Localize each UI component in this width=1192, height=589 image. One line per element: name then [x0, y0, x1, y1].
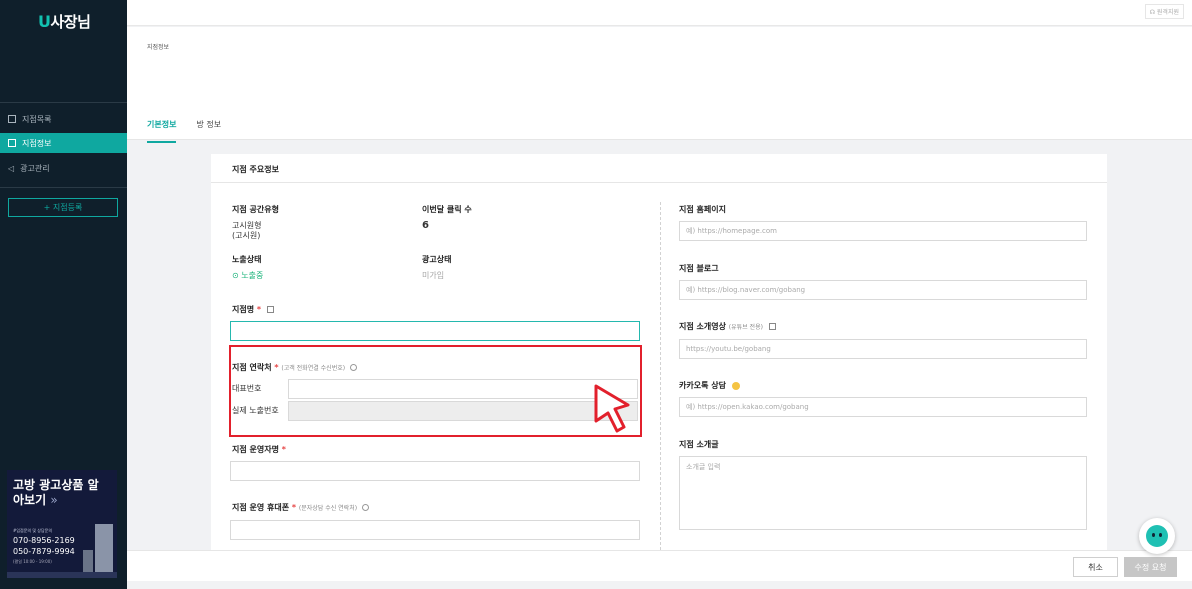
contact-highlight-box — [229, 345, 642, 437]
homepage-label: 지점 홈페이지 — [679, 205, 726, 214]
sidebar-divider — [0, 187, 127, 188]
card-title: 지점 주요정보 — [232, 165, 279, 174]
blog-label: 지점 블로그 — [679, 264, 719, 273]
promo-title: 고방 광고상품 알아보기 » — [13, 478, 101, 508]
intro-textarea[interactable]: 소개글 입력 — [679, 456, 1087, 530]
kakao-icon — [731, 381, 740, 390]
promo-arrow: » — [50, 493, 58, 507]
kakao-label: 카카오톡 상담 — [679, 380, 740, 391]
exposure-status-value: ⊙ 노출중 — [232, 271, 264, 280]
info-icon — [8, 139, 16, 147]
promo-phone-2: 050-7879-9994 — [13, 547, 75, 556]
video-hint: (유튜브 전용) — [728, 324, 763, 331]
info-icon[interactable] — [361, 504, 369, 511]
column-divider — [660, 202, 661, 550]
branch-name-input[interactable] — [230, 321, 640, 341]
video-label-text: 지점 소개영상 — [679, 322, 726, 331]
required-mark: * — [281, 445, 286, 454]
promo-hours: (평일 10:00 - 19:00) — [13, 559, 52, 564]
megaphone-icon: ◁ — [8, 163, 15, 173]
cancel-button[interactable]: 취소 — [1073, 557, 1118, 577]
branch-name-label-text: 지점명 — [232, 305, 255, 314]
footer-bar — [127, 550, 1192, 581]
top-bar: ☊ 원격지원 — [127, 0, 1192, 26]
sidebar-item-label: 지점정보 — [22, 138, 52, 148]
operator-label-text: 지점 운영자명 — [232, 445, 279, 454]
required-mark: * — [256, 305, 262, 314]
submit-edit-request-button[interactable]: 수정 요청 — [1124, 557, 1177, 577]
video-icon — [768, 323, 776, 330]
sidebar-item-ad-management[interactable]: ◁ 광고관리 — [0, 158, 127, 178]
branch-name-label: 지점명 * — [232, 304, 274, 315]
promo-ground — [7, 572, 117, 578]
external-link-icon[interactable] — [266, 306, 274, 313]
chat-support-button[interactable] — [1139, 518, 1175, 554]
sidebar: U사장님 지점목록 지점정보 ◁ 광고관리 + 지점등록 고방 광고상품 알아보… — [0, 0, 127, 589]
space-type-value: 고시원형 — [232, 221, 262, 230]
promo-banner[interactable]: 고방 광고상품 알아보기 » #입점문의 및 상담문의 070-8956-216… — [7, 470, 117, 578]
list-icon — [8, 115, 16, 123]
mobile-input[interactable] — [230, 520, 640, 540]
sidebar-divider — [0, 102, 127, 103]
building-illustration — [95, 524, 113, 572]
operator-name-input[interactable] — [230, 461, 640, 481]
kakao-input[interactable]: 예) https://open.kakao.com/gobang — [679, 397, 1087, 417]
sidebar-item-branch-info[interactable]: 지점정보 — [0, 133, 127, 153]
mobile-hint: (문자상담 수신 연락처) — [298, 505, 358, 512]
sidebar-item-label: 지점목록 — [22, 114, 52, 124]
sidebar-item-label: 광고관리 — [20, 163, 50, 173]
card-divider — [211, 182, 1107, 183]
promo-subtitle: #입점문의 및 상담문의 — [13, 528, 53, 533]
space-type-label: 지점 공간유형 — [232, 205, 279, 214]
page-header: 지점정보 기본정보 방 정보 — [127, 27, 1192, 143]
required-mark: * — [291, 503, 297, 512]
mouse-cursor-icon — [594, 384, 630, 433]
mobile-label: 지점 운영 휴대폰 * (문자상담 수신 연락처) — [232, 502, 369, 513]
intro-text-label: 지점 소개글 — [679, 440, 719, 449]
logo-text: 사장님 — [50, 13, 91, 31]
kakao-label-text: 카카오톡 상담 — [679, 381, 726, 390]
headset-icon: ☊ — [1149, 9, 1155, 16]
breadcrumb: 지점정보 — [147, 44, 170, 51]
blog-input[interactable]: 예) https://blog.naver.com/gobang — [679, 280, 1087, 300]
homepage-input[interactable]: 예) https://homepage.com — [679, 221, 1087, 241]
space-type-value-sub: (고시원) — [232, 231, 261, 240]
logo-u: U — [38, 12, 51, 31]
mobile-label-text: 지점 운영 휴대폰 — [232, 503, 290, 512]
promo-phone-1: 070-8956-2169 — [13, 536, 75, 545]
clicks-value: 6 — [422, 220, 429, 231]
clicks-label: 이번달 클릭 수 — [422, 205, 472, 214]
app-logo[interactable]: U사장님 — [38, 11, 91, 32]
video-input[interactable]: https://youtu.be/gobang — [679, 339, 1087, 359]
remote-support-label: 원격지원 — [1156, 9, 1179, 16]
operator-name-label: 지점 운영자명 * — [232, 444, 286, 455]
ad-status-value: 미가입 — [422, 271, 445, 280]
building-illustration — [83, 550, 93, 572]
chat-bot-icon — [1146, 525, 1168, 547]
add-branch-button[interactable]: + 지점등록 — [8, 198, 118, 217]
header-divider — [127, 139, 1192, 140]
ad-status-label: 광고상태 — [422, 255, 452, 264]
remote-support-button[interactable]: ☊ 원격지원 — [1144, 4, 1184, 19]
sidebar-item-branch-list[interactable]: 지점목록 — [0, 109, 127, 129]
exposure-status-label: 노출상태 — [232, 255, 262, 264]
intro-video-label: 지점 소개영상 (유튜브 전용) — [679, 321, 776, 332]
